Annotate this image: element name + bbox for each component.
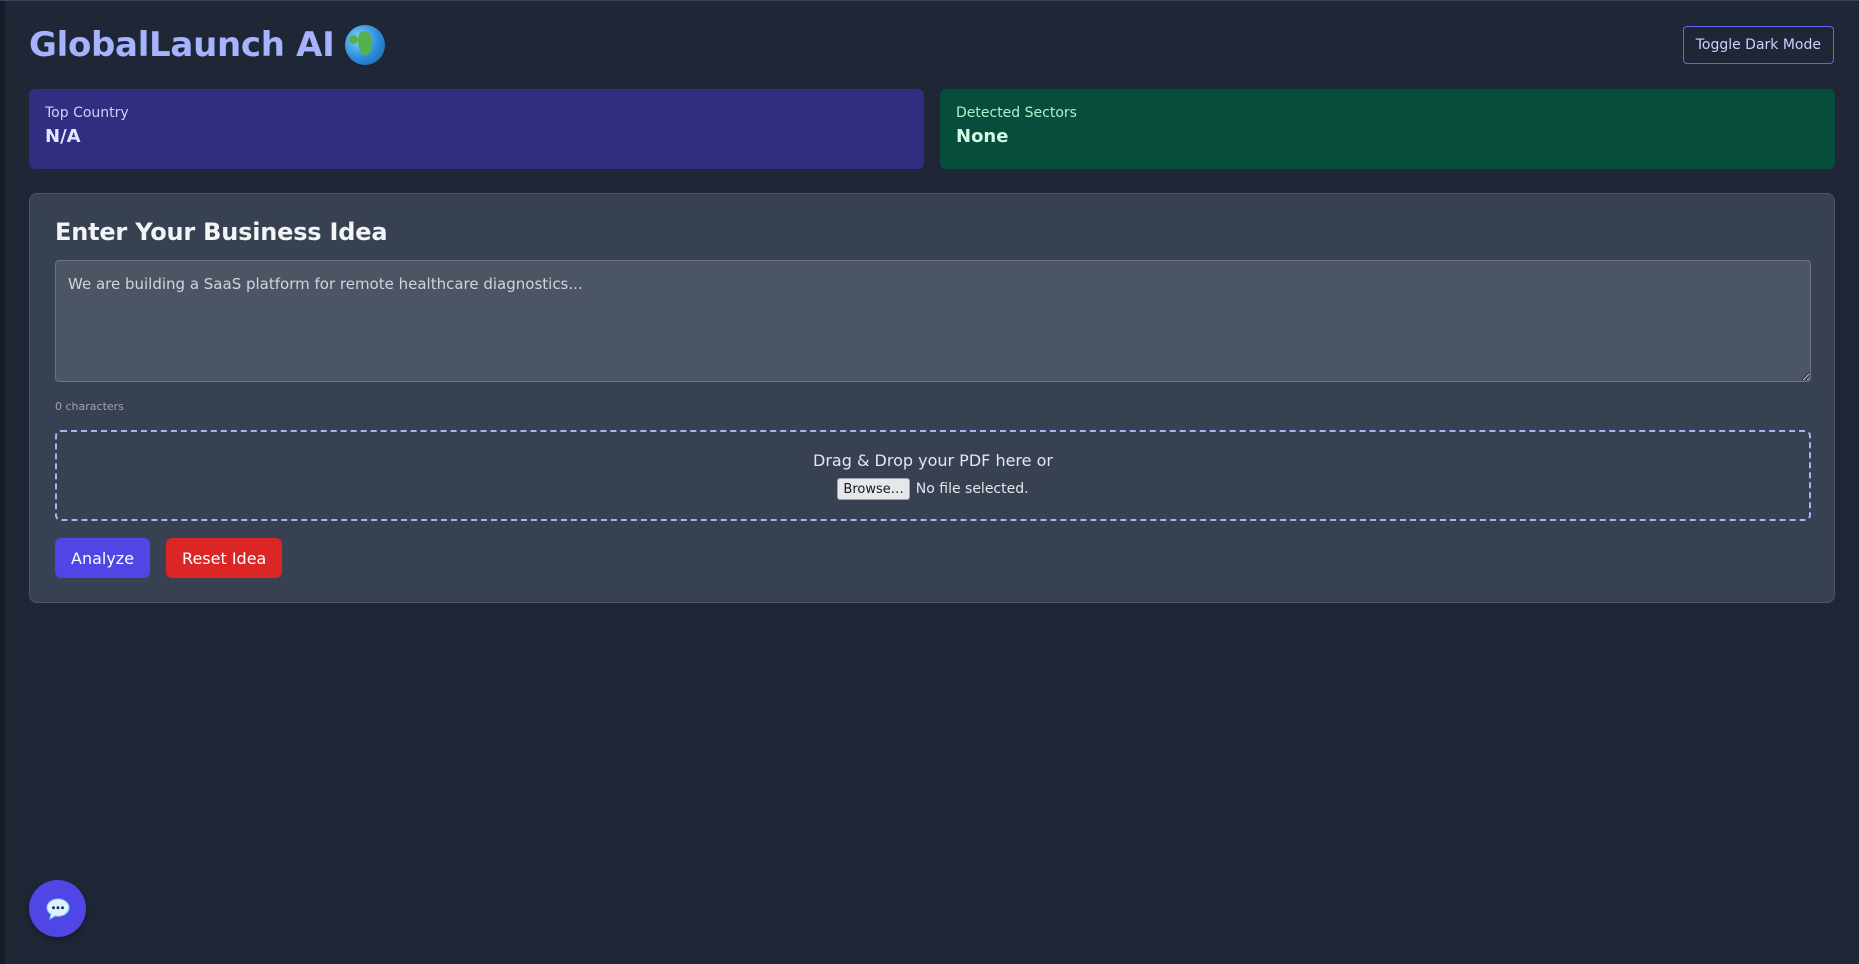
chat-button[interactable]: [29, 880, 86, 937]
top-country-card: Top Country N/A: [29, 89, 924, 169]
reset-idea-button[interactable]: Reset Idea: [166, 538, 283, 578]
toggle-dark-mode-button[interactable]: Toggle Dark Mode: [1682, 26, 1834, 64]
pdf-drop-zone[interactable]: Drag & Drop your PDF here or Browse… No …: [55, 430, 1811, 521]
detected-sectors-card: Detected Sectors None: [940, 89, 1835, 169]
character-count: 0 characters: [55, 400, 124, 413]
analyze-button[interactable]: Analyze: [55, 538, 151, 578]
top-border: [0, 0, 1859, 1]
card-title: Enter Your Business Idea: [55, 218, 388, 246]
drop-zone-text: Drag & Drop your PDF here or: [813, 451, 1053, 470]
top-country-label: Top Country: [45, 105, 129, 121]
detected-sectors-label: Detected Sectors: [956, 105, 1077, 121]
form-actions: Analyze Reset Idea: [55, 538, 1809, 578]
page-edge: [0, 0, 5, 964]
detected-sectors-value: None: [956, 126, 1009, 147]
app-header: GlobalLaunch AI Toggle Dark Mode: [29, 22, 1834, 68]
business-idea-card: Enter Your Business Idea 0 characters Dr…: [29, 193, 1835, 603]
business-idea-input[interactable]: [55, 260, 1811, 382]
app-title: GlobalLaunch AI: [29, 25, 335, 65]
chat-bubble-icon: [45, 897, 70, 920]
browse-button[interactable]: Browse…: [837, 478, 910, 500]
top-country-value: N/A: [45, 126, 81, 147]
globe-icon: [344, 25, 385, 65]
file-picker: Browse… No file selected.: [837, 478, 1029, 500]
file-status: No file selected.: [915, 481, 1029, 497]
brand: GlobalLaunch AI: [29, 25, 385, 65]
